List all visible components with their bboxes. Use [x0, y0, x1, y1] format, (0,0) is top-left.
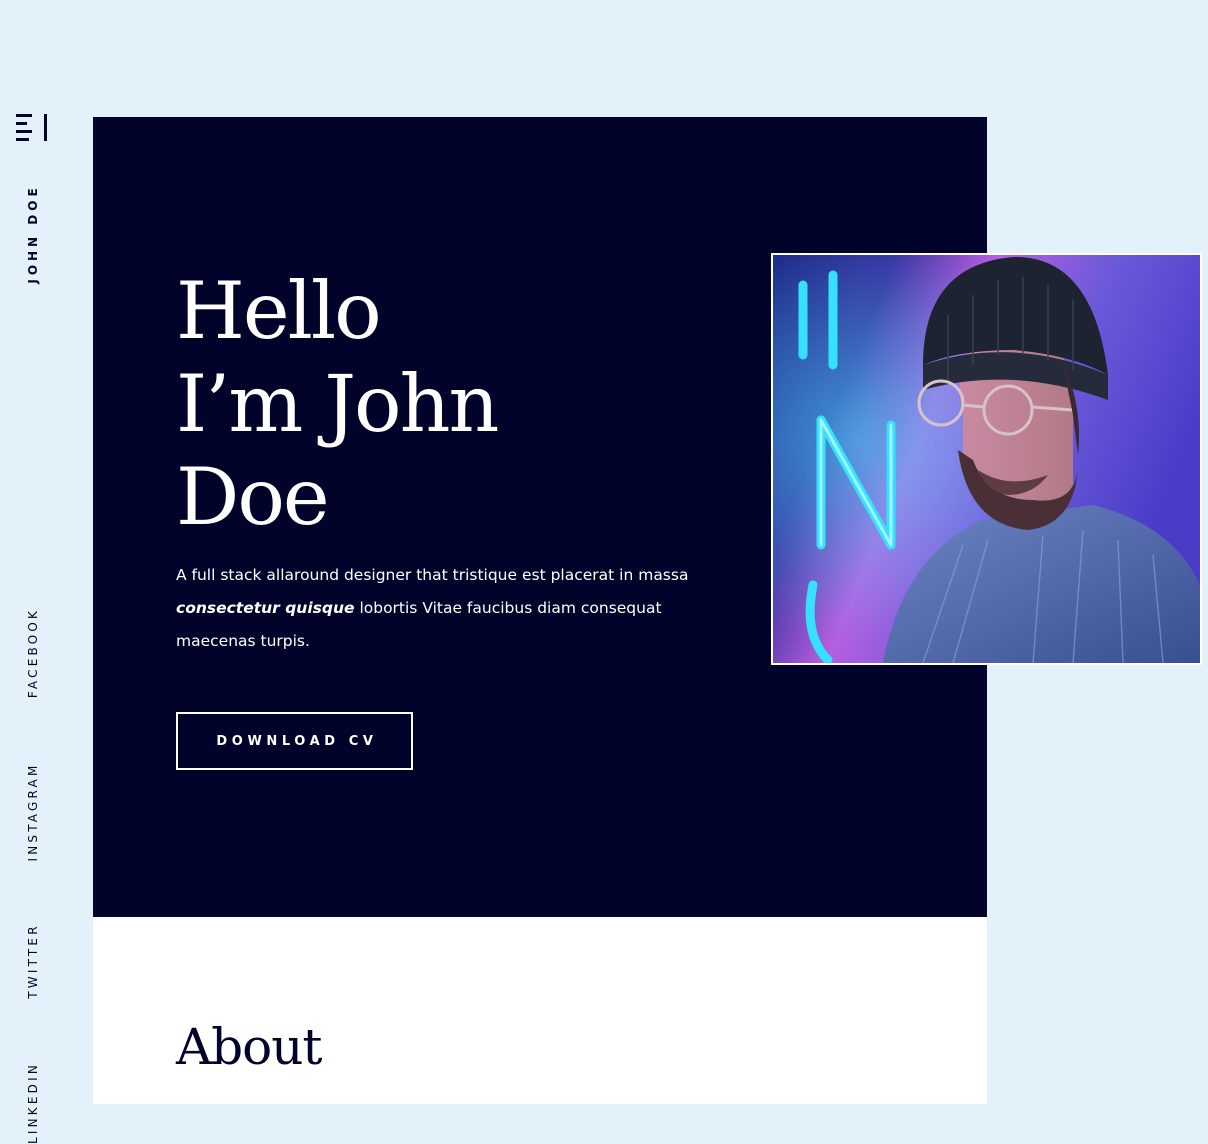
menu-toggle-button[interactable]: [16, 113, 50, 141]
hero-title: Hello I’m John Doe: [176, 265, 499, 544]
linkedin-link[interactable]: LINKEDIN: [26, 1062, 40, 1144]
hero-title-line: Hello: [176, 265, 382, 357]
instagram-link[interactable]: INSTAGRAM: [26, 762, 40, 861]
portrait-illustration: [773, 255, 1200, 663]
facebook-link[interactable]: FACEBOOK: [26, 608, 40, 698]
hero-description: A full stack allaround designer that tri…: [176, 559, 706, 658]
twitter-link[interactable]: TWITTER: [26, 923, 40, 999]
hero-description-emphasis: consectetur quisque: [176, 599, 355, 617]
brand-name[interactable]: JOHN DOE: [26, 184, 40, 283]
about-section: About: [93, 917, 987, 1104]
about-title: About: [176, 1018, 323, 1076]
hero-description-text: A full stack allaround designer that tri…: [176, 566, 689, 584]
hero-title-line: Doe: [176, 451, 330, 543]
portrait-photo: [771, 253, 1202, 665]
menu-icon: [16, 114, 47, 141]
download-cv-button[interactable]: DOWNLOAD CV: [176, 712, 413, 770]
hero-title-line: I’m John: [176, 358, 499, 450]
